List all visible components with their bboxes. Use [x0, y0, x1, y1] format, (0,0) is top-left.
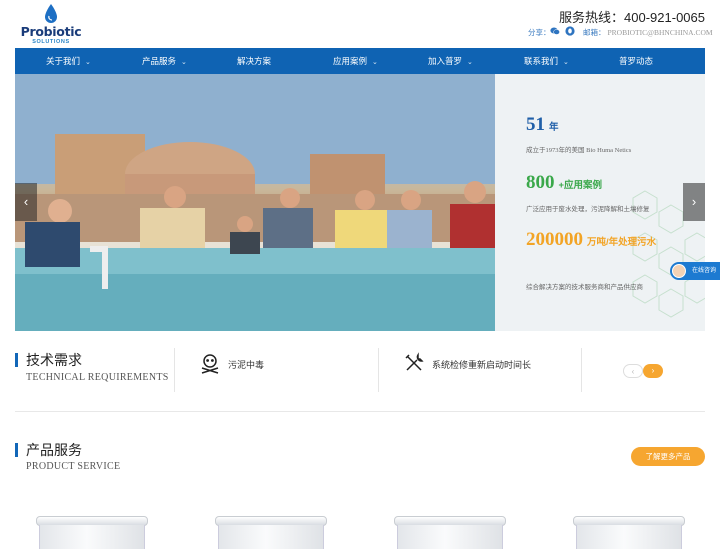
- stat-cases: 800 +应用案例: [526, 172, 602, 194]
- section-title-products: 产品服务: [26, 442, 82, 458]
- stat-unit: 万吨/年处理污水: [587, 237, 657, 248]
- product-bucket-image[interactable]: [573, 516, 685, 549]
- section-divider: [15, 411, 705, 412]
- product-bucket-image[interactable]: [215, 516, 327, 549]
- site-header: Probiotic SOLUTIONS 服务热线：400-921-0065 分享…: [0, 0, 720, 48]
- stat-desc: 综合解决方案的技术服务商和产品供应商: [526, 284, 643, 291]
- pager-next-button[interactable]: ›: [643, 364, 663, 378]
- water-drop-icon: [45, 4, 57, 23]
- nav-item-solutions[interactable]: 解决方案: [237, 48, 271, 74]
- stat-number: 51: [526, 114, 545, 135]
- stat-number: 200000: [526, 229, 583, 250]
- skull-icon: [201, 354, 219, 374]
- wechat-icon[interactable]: [550, 26, 560, 36]
- nav-item-news[interactable]: 普罗动态: [619, 48, 653, 74]
- product-bucket-image[interactable]: [36, 516, 148, 549]
- section-subtitle-tech: TECHNICAL REQUIREMENTS: [26, 372, 169, 383]
- divider: [174, 348, 175, 392]
- banner-prev-button[interactable]: ‹: [15, 183, 37, 221]
- nav-item-label: 关于我们: [46, 56, 81, 66]
- stat-unit: +应用案例: [558, 180, 603, 191]
- chevron-down-icon: ⌄: [563, 59, 569, 66]
- stat-unit: 年: [549, 122, 559, 133]
- logo[interactable]: Probiotic SOLUTIONS: [20, 4, 82, 46]
- qq-icon[interactable]: [565, 26, 575, 36]
- main-nav: 关于我们 ⌄ 产品服务 ⌄ 解决方案 应用案例 ⌄ 加入普罗 ⌄ 联系我们 ⌄ 普罗动态: [15, 48, 705, 74]
- divider: [581, 348, 582, 392]
- nav-item-label: 应用案例: [333, 56, 368, 66]
- section-title-tech: 技术需求: [26, 352, 82, 368]
- logo-subtitle: SOLUTIONS: [32, 39, 70, 45]
- avatar: [672, 264, 686, 278]
- section-subtitle-products: PRODUCT SERVICE: [26, 461, 121, 472]
- chevron-right-icon: ›: [651, 366, 655, 375]
- section-accent-bar: [15, 443, 18, 457]
- nav-item-contact[interactable]: 联系我们 ⌄: [524, 48, 569, 74]
- chevron-down-icon: ⌄: [467, 59, 473, 66]
- stat-years: 51 年: [526, 114, 559, 136]
- hero-photo-illustration: [15, 74, 495, 331]
- requirement-item[interactable]: 系统检修重新启动时间长: [432, 358, 531, 371]
- chevron-down-icon: ⌄: [181, 59, 187, 66]
- chevron-down-icon: ⌄: [85, 59, 91, 66]
- chat-label: 在线咨询: [691, 268, 716, 274]
- product-bucket-image[interactable]: [394, 516, 506, 549]
- nav-item-join[interactable]: 加入普罗 ⌄: [428, 48, 473, 74]
- nav-item-label: 产品服务: [142, 56, 177, 66]
- nav-item-products[interactable]: 产品服务 ⌄: [142, 48, 187, 74]
- hero-photo: [15, 74, 495, 331]
- nav-item-about[interactable]: 关于我们 ⌄: [46, 48, 91, 74]
- stats-panel: 51 年 成立于1973年的美国 Bio Huma Netics 800 +应用案例…: [495, 74, 705, 331]
- hotline-number: 400-921-0065: [624, 10, 705, 25]
- stat-desc: 成立于1973年的美国 Bio Huma Netics: [526, 147, 632, 154]
- hotline-label: 服务热线：: [559, 10, 625, 25]
- chevron-down-icon: ⌄: [372, 59, 378, 66]
- hero-banner: 51 年 成立于1973年的美国 Bio Huma Netics 800 +应用案例…: [15, 74, 705, 331]
- email-address[interactable]: PROBIOTIC@BHNCHINA.COM: [608, 28, 713, 37]
- banner-next-button[interactable]: ›: [683, 183, 705, 221]
- section-accent-bar: [15, 353, 18, 367]
- email-label: 邮箱：: [583, 28, 606, 37]
- nav-item-label: 解决方案: [237, 56, 272, 66]
- divider: [378, 348, 379, 392]
- requirement-item[interactable]: 污泥中毒: [228, 358, 264, 371]
- stat-desc: 广泛应用于废水处理，污泥降解和土壤修复: [526, 206, 650, 213]
- logo-name: Probiotic: [20, 24, 82, 39]
- hotline: 服务热线：400-921-0065: [559, 7, 705, 26]
- nav-item-label: 普罗动态: [619, 56, 654, 66]
- more-products-button[interactable]: 了解更多产品: [631, 447, 705, 466]
- share-label: 分享：: [528, 28, 551, 37]
- stat-number: 800: [526, 172, 555, 193]
- tools-icon: [405, 352, 424, 371]
- chevron-left-icon: ‹: [23, 194, 29, 209]
- chevron-right-icon: ›: [691, 194, 697, 209]
- chevron-left-icon: ‹: [631, 367, 635, 376]
- online-chat-button[interactable]: 在线咨询: [670, 262, 720, 280]
- nav-item-label: 联系我们: [524, 56, 559, 66]
- email-info: 邮箱： PROBIOTIC@BHNCHINA.COM: [583, 27, 713, 38]
- nav-item-label: 加入普罗: [428, 56, 463, 66]
- requirements-pager: ‹ ›: [623, 364, 663, 378]
- pager-prev-button[interactable]: ‹: [623, 364, 643, 378]
- stat-capacity: 200000 万吨/年处理污水: [526, 229, 676, 254]
- nav-item-cases[interactable]: 应用案例 ⌄: [333, 48, 378, 74]
